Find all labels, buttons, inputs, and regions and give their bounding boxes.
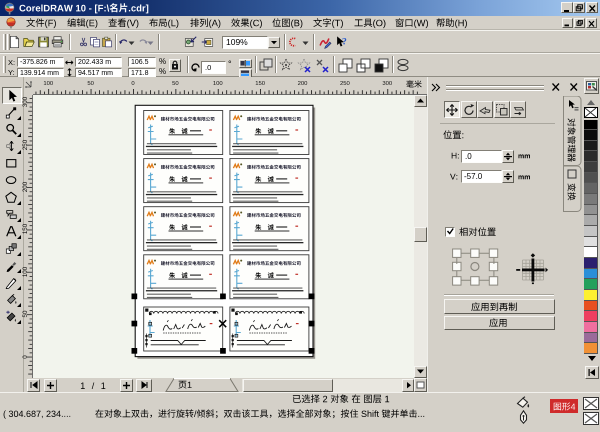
svg-text:?: ? <box>342 37 347 48</box>
